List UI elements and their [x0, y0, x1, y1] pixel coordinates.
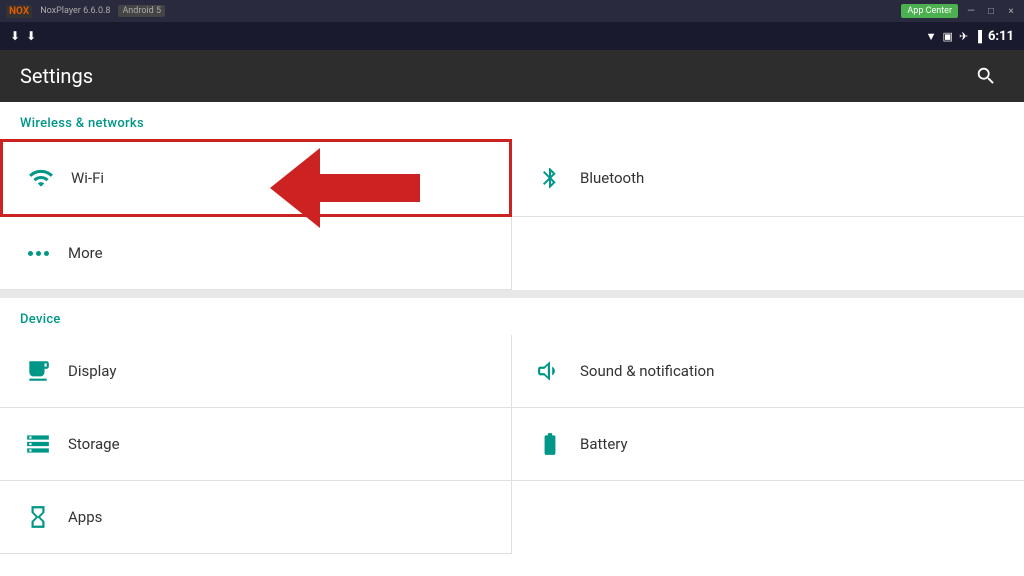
battery-icon — [532, 426, 568, 462]
storage-icon — [20, 426, 56, 462]
apps-item[interactable]: Apps — [0, 481, 512, 554]
wireless-networks-header: Wireless & networks — [0, 102, 1024, 139]
airplane-icon: ✈ — [959, 30, 968, 43]
status-icons-right: ▼ ▣ ✈ ▐ 6:11 — [926, 29, 1014, 44]
more-label: More — [68, 244, 103, 262]
display-label: Display — [68, 362, 116, 380]
android-badge: Android 5 — [118, 5, 165, 17]
nox-version: NoxPlayer 6.6.0.8 — [40, 6, 110, 16]
apps-icon — [20, 499, 56, 535]
section-divider — [0, 290, 1024, 298]
window-minimize-button[interactable]: — — [964, 4, 978, 18]
display-icon — [20, 353, 56, 389]
more-row: More — [0, 217, 1024, 290]
wifi-icon — [23, 160, 59, 196]
wifi-label: Wi-Fi — [71, 169, 104, 187]
page-title: Settings — [20, 64, 93, 88]
storage-label: Storage — [68, 435, 120, 453]
status-time: 6:11 — [988, 29, 1014, 44]
wireless-grid: Wi-Fi Bluetooth — [0, 139, 1024, 217]
title-bar: NOX NoxPlayer 6.6.0.8 Android 5 App Cent… — [0, 0, 1024, 22]
bluetooth-icon — [532, 160, 568, 196]
search-button[interactable] — [968, 58, 1004, 94]
apps-label: Apps — [68, 508, 102, 526]
app-bar: Settings — [0, 50, 1024, 102]
wifi-item[interactable]: Wi-Fi — [0, 139, 512, 217]
storage-item[interactable]: Storage — [0, 408, 512, 481]
app-center-button[interactable]: App Center — [901, 4, 958, 18]
title-bar-right: App Center — □ × — [901, 4, 1018, 18]
device-grid: Display Sound & notification Storage — [0, 335, 1024, 554]
status-icons-left: ⬇ ⬇ — [10, 29, 36, 43]
sound-label: Sound & notification — [580, 362, 714, 380]
display-item[interactable]: Display — [0, 335, 512, 408]
search-icon — [975, 65, 997, 87]
sound-icon — [532, 353, 568, 389]
more-item[interactable]: More — [0, 217, 512, 290]
more-icon — [20, 235, 56, 271]
battery-item[interactable]: Battery — [512, 408, 1024, 481]
battery-label: Battery — [580, 435, 628, 453]
status-bar: ⬇ ⬇ ▼ ▣ ✈ ▐ 6:11 — [0, 22, 1024, 50]
title-bar-left: NOX NoxPlayer 6.6.0.8 Android 5 — [6, 5, 165, 18]
battery-status-icon: ▐ — [974, 30, 982, 43]
window-restore-button[interactable]: □ — [984, 4, 998, 18]
signal-status-icon: ▣ — [943, 30, 953, 43]
download-icon: ⬇ — [10, 29, 20, 43]
device-header: Device — [0, 298, 1024, 335]
bluetooth-item[interactable]: Bluetooth — [512, 139, 1024, 217]
sound-item[interactable]: Sound & notification — [512, 335, 1024, 408]
nox-logo: NOX — [6, 5, 32, 18]
settings-content: Wireless & networks Wi-Fi Bluetooth — [0, 102, 1024, 576]
window-close-button[interactable]: × — [1004, 4, 1018, 18]
download-icon-2: ⬇ — [26, 29, 36, 43]
wifi-status-icon: ▼ — [926, 30, 937, 43]
bluetooth-label: Bluetooth — [580, 169, 644, 187]
